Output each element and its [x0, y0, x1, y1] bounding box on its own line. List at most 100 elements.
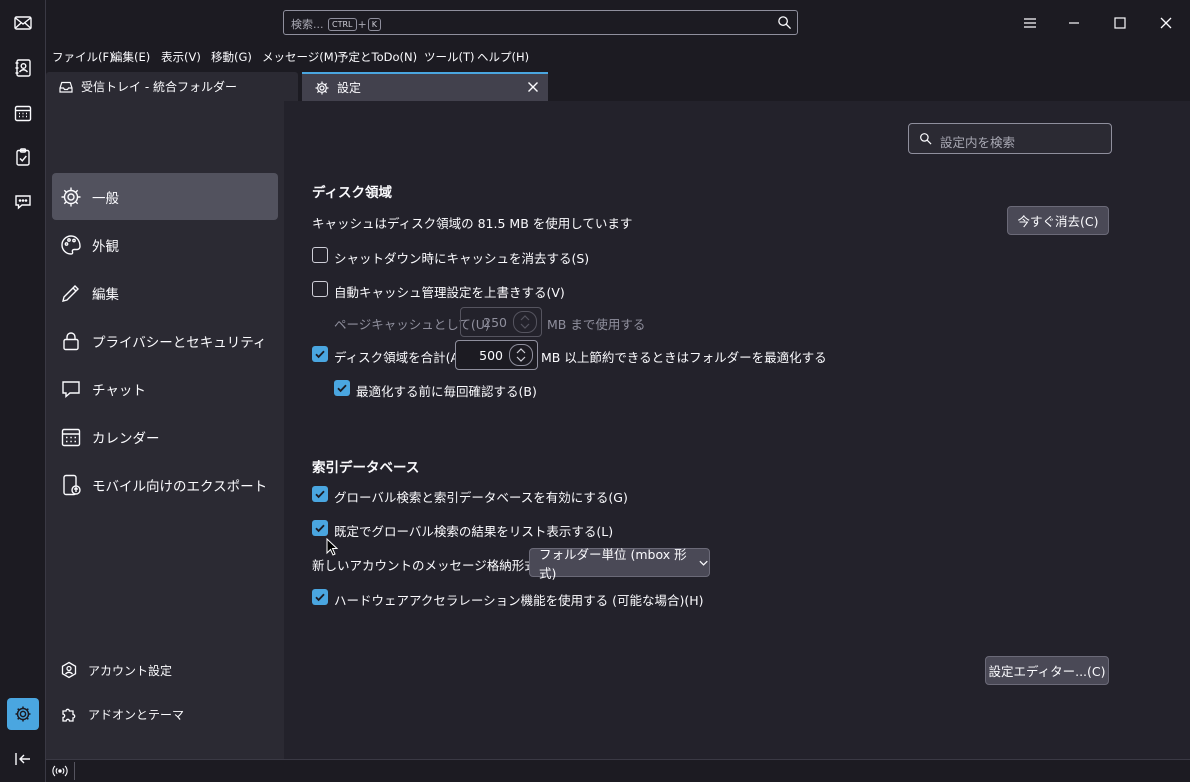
store-type-value: フォルダー単位 (mbox 形式): [539, 546, 687, 581]
global-search-input[interactable]: 検索... CTRL + K: [283, 10, 798, 35]
tab-inbox-label: 受信トレイ - 統合フォルダー: [81, 80, 237, 94]
find-in-settings-input[interactable]: 設定内を検索: [908, 123, 1112, 154]
confirm-compact-checkbox[interactable]: [334, 380, 350, 396]
chevron-down-icon: [699, 560, 708, 566]
calendar-icon[interactable]: [7, 97, 39, 129]
mail-icon[interactable]: [7, 7, 39, 39]
cache-usage-text: キャッシュはディスク領域の 81.5 MB を使用しています: [312, 216, 633, 231]
store-type-select[interactable]: フォルダー単位 (mbox 形式): [529, 547, 710, 581]
nav-addons-themes[interactable]: アドオンとテーマ: [60, 700, 184, 728]
tab-settings[interactable]: 設定: [302, 72, 548, 101]
address-book-icon[interactable]: [7, 52, 39, 84]
account-gear-icon: [61, 661, 77, 679]
list-results-checkbox[interactable]: [312, 520, 328, 536]
chat-icon: [62, 380, 80, 398]
menu-edit[interactable]: 編集(E): [111, 49, 150, 65]
menu-message[interactable]: メッセージ(M): [262, 49, 338, 65]
lock-icon: [63, 331, 79, 350]
compact-threshold-input[interactable]: 500: [455, 340, 538, 370]
maximize-icon[interactable]: [1109, 12, 1131, 34]
nav-item-mobile-export[interactable]: モバイル向けのエクスポート: [52, 461, 278, 508]
chat-icon[interactable]: [7, 186, 39, 218]
index-database-heading: 索引データベース: [312, 460, 420, 476]
settings-gear-icon[interactable]: [7, 698, 39, 730]
general-pane: 設定内を検索 ディスク領域 キャッシュはディスク領域の 81.5 MB を使用し…: [284, 101, 1190, 759]
collapse-toolbar-icon[interactable]: [7, 743, 39, 775]
compact-threshold-value: 500: [479, 348, 503, 363]
mouse-cursor-icon: [326, 538, 338, 556]
page-cache-unit: MB まで使用する: [547, 317, 646, 332]
app-menu-icon[interactable]: [1019, 12, 1041, 34]
global-search-checkbox[interactable]: [312, 486, 328, 502]
puzzle-icon: [62, 708, 76, 722]
nav-label: チャット: [92, 382, 146, 399]
nav-label: 編集: [92, 286, 119, 303]
clear-on-shutdown-checkbox[interactable]: [312, 247, 328, 263]
menu-go[interactable]: 移動(G): [211, 49, 252, 65]
tab-strip: 受信トレイ - 統合フォルダー 設定: [46, 68, 1190, 101]
nav-item-composition[interactable]: 編集: [52, 269, 278, 316]
kbd-ctrl: CTRL: [328, 18, 357, 31]
status-separator: [74, 762, 75, 780]
palette-icon: [61, 234, 81, 255]
nav-item-chat[interactable]: チャット: [52, 365, 278, 412]
status-bar: [46, 759, 1190, 782]
compact-threshold-spinner[interactable]: [509, 344, 533, 366]
inbox-icon: [59, 81, 73, 93]
menu-tools[interactable]: ツール(T): [424, 49, 475, 65]
online-status-icon[interactable]: [52, 764, 68, 778]
find-placeholder: 設定内を検索: [940, 135, 1016, 150]
list-results-label: 既定でグローバル検索の結果をリスト表示する(L): [334, 524, 614, 539]
search-icon: [778, 16, 792, 30]
search-icon: [920, 133, 932, 145]
menu-events-tasks[interactable]: 予定とToDo(N): [337, 49, 417, 65]
clear-on-shutdown-label: シャットダウン時にキャッシュを消去する(S): [334, 251, 590, 266]
tasks-icon[interactable]: [7, 141, 39, 173]
gear-icon: [61, 187, 81, 206]
hw-accel-checkbox[interactable]: [312, 589, 328, 605]
compact-folders-checkbox[interactable]: [312, 346, 328, 362]
nav-label: 一般: [92, 190, 119, 207]
nav-label: 外観: [92, 238, 119, 255]
global-search-label: グローバル検索と索引データベースを有効にする(G): [334, 490, 628, 505]
title-bar: 検索... CTRL + K: [46, 0, 1190, 46]
hw-accel-label: ハードウェアアクセラレーション機能を使用する (可能な場合)(H): [334, 593, 704, 608]
nav-item-privacy[interactable]: プライバシーとセキュリティ: [52, 317, 278, 364]
nav-item-appearance[interactable]: 外観: [52, 221, 278, 268]
override-cache-checkbox[interactable]: [312, 281, 328, 297]
nav-label: モバイル向けのエクスポート: [92, 478, 268, 495]
close-tab-icon[interactable]: [526, 80, 540, 94]
menu-file[interactable]: ファイル(F): [52, 49, 114, 65]
settings-content: 一般 外観 編集 プライバシーとセキュリティ チャット カレンダー モバイル向け…: [46, 101, 1190, 759]
pencil-icon: [62, 284, 79, 302]
nav-item-calendar[interactable]: カレンダー: [52, 413, 278, 460]
nav-label: アドオンとテーマ: [88, 707, 185, 722]
nav-label: アカウント設定: [88, 663, 173, 678]
menu-help[interactable]: ヘルプ(H): [477, 49, 529, 65]
menu-view[interactable]: 表示(V): [161, 49, 201, 65]
override-cache-label: 自動キャッシュ管理設定を上書きする(V): [334, 285, 565, 300]
spaces-toolbar: [0, 0, 46, 782]
config-editor-button[interactable]: 設定エディター...(C): [985, 656, 1109, 685]
mobile-export-icon: [63, 474, 81, 495]
close-window-icon[interactable]: [1155, 12, 1177, 34]
nav-account-settings[interactable]: アカウント設定: [60, 656, 172, 684]
nav-item-general[interactable]: 一般: [52, 173, 278, 220]
page-cache-input[interactable]: 250: [460, 307, 542, 337]
gear-icon: [315, 81, 329, 94]
kbd-k: K: [367, 18, 381, 31]
confirm-compact-label: 最適化する前に毎回確認する(B): [356, 384, 537, 399]
menu-bar: ファイル(F) 編集(E) 表示(V) 移動(G) メッセージ(M) 予定とTo…: [46, 46, 1190, 68]
nav-label: プライバシーとセキュリティ: [92, 334, 267, 351]
page-cache-spinner[interactable]: [513, 311, 537, 333]
settings-nav: 一般 外観 編集 プライバシーとセキュリティ チャット カレンダー モバイル向け…: [46, 101, 284, 759]
store-type-label: 新しいアカウントのメッセージ格納形式:(T): [312, 558, 559, 573]
clear-cache-button[interactable]: 今すぐ消去(C): [1007, 206, 1109, 235]
tab-inbox[interactable]: 受信トレイ - 統合フォルダー: [46, 72, 298, 101]
nav-label: カレンダー: [92, 430, 160, 447]
page-cache-value: 250: [483, 315, 507, 330]
compact-folders-label: ディスク領域を合計(A): [334, 350, 464, 365]
search-placeholder: 検索... CTRL + K: [291, 16, 382, 32]
tab-settings-label: 設定: [337, 81, 362, 95]
minimize-icon[interactable]: [1063, 12, 1085, 34]
